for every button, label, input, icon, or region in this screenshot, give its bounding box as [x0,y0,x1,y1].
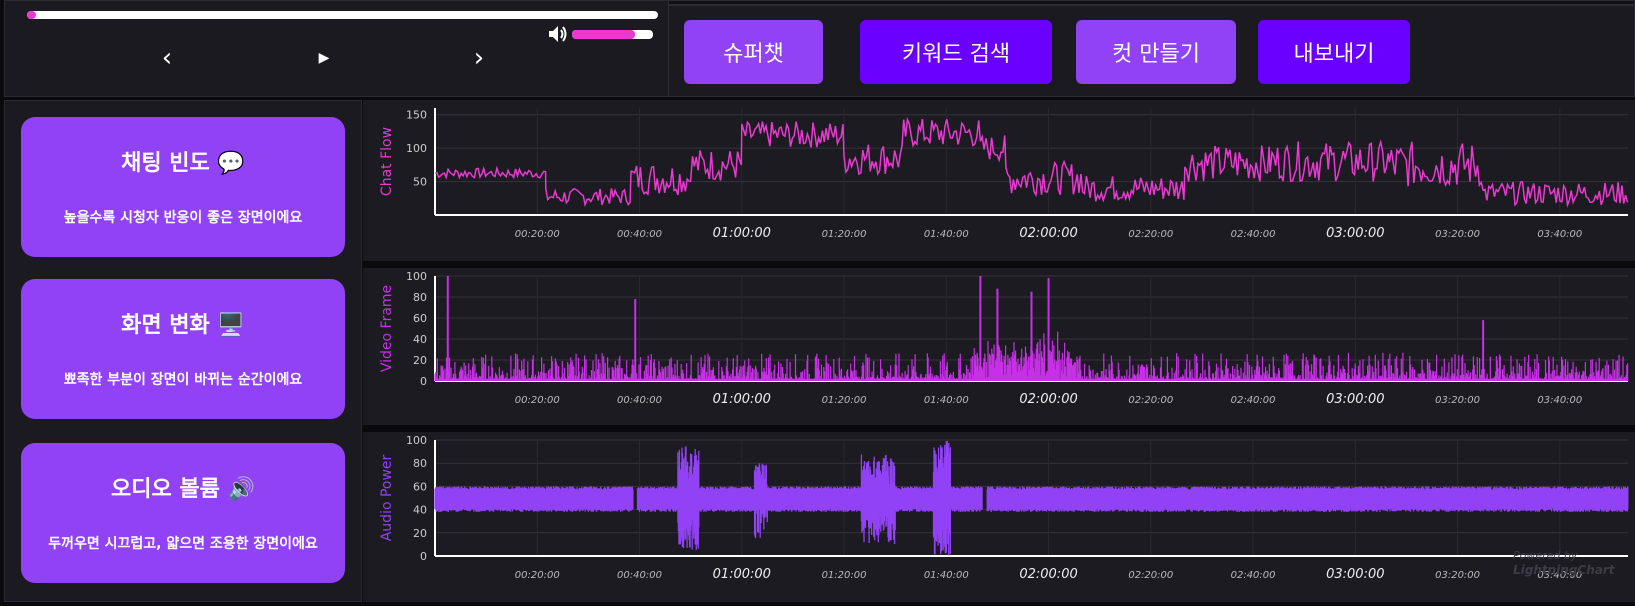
y-axis-label: Video Frame [379,285,395,372]
x-tick-label: 01:20:00 [822,395,867,406]
x-tick-label: 02:40:00 [1231,570,1276,581]
charts-area: 50 100 150 00:20:00 00:40:00 01:00:00 01:20:00… [363,100,1635,602]
play-button[interactable]: ▶ [309,43,339,73]
y-tick-label: 100 [406,142,427,155]
keyword-search-button[interactable]: 키워드 검색 [860,20,1052,84]
progress-fill [27,11,37,19]
y-axis-label: Chat Flow [379,127,395,196]
screen-change-card: 화면 변화 🖥️ 뾰족한 부분이 장면이 바뀌는 순간이에요 [21,279,345,419]
x-tick-label: 02:40:00 [1231,229,1276,240]
volume-slider[interactable] [572,30,653,39]
progress-bar[interactable] [27,11,658,19]
y-tick-label: 50 [413,176,427,189]
y-tick-label: 150 [406,109,427,122]
y-tick-label: 100 [406,270,427,283]
x-tick-label: 03:00:00 [1326,226,1384,241]
y-tick-label: 80 [413,291,427,304]
x-tick-label: 00:20:00 [515,229,560,240]
y-tick-label: 40 [413,333,427,346]
video-frame-chart[interactable]: 0 20 40 60 80 100 00:20:00 00:40:00 01:00:00 01:2… [363,268,1635,425]
volume-icon[interactable] [547,23,569,45]
chat-frequency-card: 채팅 빈도 💬 높을수록 시청자 반응이 좋은 장면이에요 [21,117,345,257]
screen-change-desc: 뾰족한 부분이 장면이 바뀌는 순간이에요 [63,372,303,388]
x-tick-label: 00:40:00 [617,570,662,581]
audio-power-chart[interactable]: 0 20 40 60 80 100 00:20:00 00:40:00 01:00:00 01:2… [363,432,1635,602]
y-tick-label: 40 [413,504,427,517]
x-tick-label: 00:40:00 [617,229,662,240]
y-tick-label: 60 [413,312,427,325]
chat-frequency-title: 채팅 빈도 💬 [121,151,245,176]
make-cut-button[interactable]: 컷 만들기 [1076,20,1236,84]
x-tick-label: 03:20:00 [1435,570,1480,581]
y-tick-label: 0 [420,375,427,388]
x-tick-label: 02:20:00 [1128,570,1173,581]
x-tick-label: 02:00:00 [1019,567,1077,582]
audio-power-series [434,441,1629,556]
x-tick-label: 01:00:00 [713,392,771,407]
x-tick-label: 03:40:00 [1537,229,1582,240]
x-tick-label: 00:20:00 [515,570,560,581]
y-axis-label: Audio Power [379,454,395,541]
volume-fill [572,30,636,39]
next-button[interactable]: › [464,43,494,73]
chat-frequency-desc: 높을수록 시청자 반응이 좋은 장면이에요 [63,210,303,226]
chat-flow-chart[interactable]: 50 100 150 00:20:00 00:40:00 01:00:00 01:20:00… [363,100,1635,261]
x-tick-label: 01:20:00 [822,570,867,581]
x-tick-label: 02:00:00 [1019,226,1077,241]
y-tick-label: 100 [406,434,427,447]
x-tick-label: 01:40:00 [924,570,969,581]
superchat-button[interactable]: 슈퍼챗 [684,20,823,84]
x-tick-label: 02:40:00 [1231,395,1276,406]
x-tick-label: 01:00:00 [713,567,771,582]
x-tick-label: 03:20:00 [1435,229,1480,240]
y-tick-label: 0 [420,550,427,563]
audio-volume-desc: 두꺼우면 시끄럽고, 얇으면 조용한 장면이에요 [48,536,318,552]
y-tick-label: 60 [413,480,427,493]
screen-change-title: 화면 변화 🖥️ [121,313,245,338]
x-tick-label: 00:20:00 [515,395,560,406]
previous-button[interactable]: ‹ [152,43,182,73]
x-tick-label: 01:40:00 [924,395,969,406]
watermark-line1: Powered by [1513,549,1578,562]
x-tick-label: 03:20:00 [1435,395,1480,406]
x-tick-label: 03:00:00 [1326,392,1384,407]
x-tick-label: 03:40:00 [1537,395,1582,406]
x-tick-label: 03:00:00 [1326,567,1384,582]
y-tick-label: 80 [413,457,427,470]
chat-flow-series [434,116,1629,208]
x-tick-label: 01:20:00 [822,229,867,240]
x-tick-label: 02:20:00 [1128,229,1173,240]
x-tick-label: 01:40:00 [924,229,969,240]
x-tick-label: 02:00:00 [1019,392,1077,407]
watermark-line2: LightningChart [1513,563,1615,577]
player-panel: ‹ ▶ › [4,0,669,97]
y-tick-label: 20 [413,527,427,540]
legend-sidebar: 채팅 빈도 💬 높을수록 시청자 반응이 좋은 장면이에요 화면 변화 🖥️ 뾰… [4,100,362,602]
x-tick-label: 02:20:00 [1128,395,1173,406]
export-button[interactable]: 내보내기 [1258,20,1410,84]
audio-volume-title: 오디오 볼륨 🔊 [111,477,255,502]
audio-volume-card: 오디오 볼륨 🔊 두꺼우면 시끄럽고, 얇으면 조용한 장면이에요 [21,443,345,583]
toolbar: 슈퍼챗 키워드 검색 컷 만들기 내보내기 [668,5,1635,97]
x-tick-label: 00:40:00 [617,395,662,406]
y-tick-label: 20 [413,354,427,367]
x-tick-label: 01:00:00 [713,226,771,241]
